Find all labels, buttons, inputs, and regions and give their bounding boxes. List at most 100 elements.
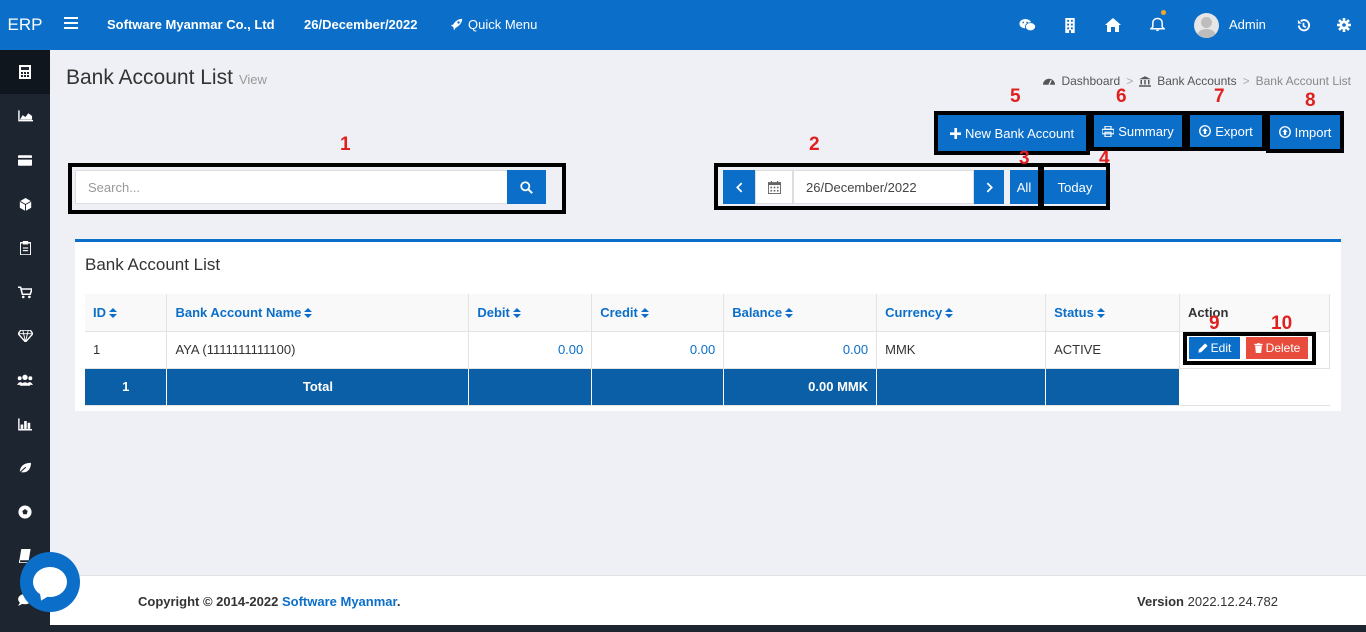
delete-button[interactable]: Delete bbox=[1246, 337, 1308, 359]
column-header-debit[interactable]: Debit bbox=[468, 294, 593, 332]
copyright-text: Copyright © 2014-2022 bbox=[138, 594, 279, 609]
annotation-5: 5 bbox=[1010, 86, 1021, 107]
total-status bbox=[1045, 368, 1180, 406]
new-bank-account-button[interactable]: New Bank Account bbox=[938, 115, 1086, 151]
bell-icon[interactable] bbox=[1148, 10, 1166, 34]
brand-logo[interactable]: ERP bbox=[0, 0, 50, 50]
calculator-icon bbox=[19, 65, 31, 79]
chat-widget-button[interactable] bbox=[20, 552, 80, 612]
edit-button[interactable]: Edit bbox=[1189, 337, 1240, 359]
import-label: Import bbox=[1294, 124, 1332, 140]
cell-status: ACTIVE bbox=[1045, 331, 1180, 369]
card-title: Bank Account List bbox=[85, 255, 221, 274]
column-header-status[interactable]: Status bbox=[1045, 294, 1180, 332]
notification-dot bbox=[1161, 10, 1166, 15]
clipboard-icon bbox=[19, 241, 31, 255]
menu-toggle-icon[interactable] bbox=[64, 17, 78, 31]
sidebar-item-soccer[interactable] bbox=[0, 490, 50, 534]
cell-id: 1 bbox=[85, 331, 168, 369]
wechat-icon[interactable] bbox=[1018, 16, 1036, 34]
chevron-right-icon bbox=[986, 182, 993, 192]
cell-credit[interactable]: 0.00 bbox=[591, 331, 725, 369]
total-row: 1 Total 0.00 MMK bbox=[85, 368, 1330, 406]
breadcrumb: Dashboard > Bank Accounts > Bank Account… bbox=[1043, 74, 1351, 88]
bank-account-card: Bank Account List ID Bank Account Name D… bbox=[75, 239, 1341, 411]
quick-menu-button[interactable]: Quick Menu bbox=[450, 17, 537, 32]
summary-button[interactable]: Summary bbox=[1094, 115, 1182, 147]
page-title-text: Bank Account List bbox=[66, 66, 233, 89]
column-header-action: Action bbox=[1179, 294, 1330, 332]
column-header-currency[interactable]: Currency bbox=[876, 294, 1047, 332]
column-header-balance[interactable]: Balance bbox=[723, 294, 878, 332]
total-balance: 0.00 MMK bbox=[723, 368, 878, 406]
sidebar-item-calculator[interactable] bbox=[0, 50, 50, 94]
building-icon[interactable] bbox=[1061, 16, 1079, 34]
chat-icon bbox=[33, 567, 67, 597]
area-chart-icon bbox=[17, 110, 33, 122]
next-date-button[interactable] bbox=[974, 170, 1004, 204]
sort-icon bbox=[1096, 308, 1105, 319]
diamond-icon bbox=[17, 330, 33, 342]
today-label: Today bbox=[1057, 179, 1093, 195]
company-name[interactable]: Software Myanmar Co., Ltd bbox=[107, 17, 275, 32]
avatar[interactable] bbox=[1194, 13, 1219, 38]
company-link[interactable]: Software Myanmar bbox=[282, 594, 397, 609]
sidebar-item-credit-card[interactable] bbox=[0, 138, 50, 182]
summary-label: Summary bbox=[1118, 123, 1174, 139]
import-button[interactable]: Import bbox=[1270, 115, 1340, 149]
gear-icon[interactable] bbox=[1335, 16, 1353, 34]
delete-label: Delete bbox=[1265, 341, 1301, 355]
table-header-row: ID Bank Account Name Debit Credit Balanc… bbox=[85, 294, 1330, 332]
search-icon bbox=[520, 180, 533, 194]
cell-debit[interactable]: 0.00 bbox=[468, 331, 593, 369]
cell-currency: MMK bbox=[876, 331, 1047, 369]
plus-icon bbox=[949, 127, 961, 139]
sort-icon bbox=[109, 308, 117, 319]
sidebar-item-clipboard[interactable] bbox=[0, 226, 50, 270]
page-subtitle: View bbox=[238, 72, 267, 87]
sidebar-item-bar-chart[interactable] bbox=[0, 402, 50, 446]
version-label: Version bbox=[1137, 594, 1184, 609]
date-input[interactable]: 26/December/2022 bbox=[793, 170, 974, 204]
leaf-icon bbox=[18, 462, 31, 474]
search-button[interactable] bbox=[507, 170, 546, 204]
annotation-1: 1 bbox=[340, 134, 351, 155]
new-bank-account-label: New Bank Account bbox=[964, 125, 1075, 141]
sidebar-item-leaf[interactable] bbox=[0, 446, 50, 490]
annotation-2: 2 bbox=[809, 134, 820, 155]
current-date: 26/December/2022 bbox=[304, 17, 418, 32]
column-header-id[interactable]: ID bbox=[85, 294, 168, 332]
history-icon[interactable] bbox=[1294, 16, 1312, 34]
calendar-addon[interactable] bbox=[755, 170, 793, 204]
user-name[interactable]: Admin bbox=[1229, 17, 1266, 32]
sort-icon bbox=[785, 308, 794, 319]
dashboard-icon bbox=[1043, 78, 1056, 86]
breadcrumb-separator: > bbox=[1242, 74, 1250, 88]
bottom-strip bbox=[50, 625, 1366, 632]
search-input[interactable] bbox=[76, 171, 507, 203]
sidebar-item-users[interactable] bbox=[0, 358, 50, 402]
breadcrumb-item-dashboard[interactable]: Dashboard bbox=[1061, 74, 1120, 88]
trash-icon bbox=[1253, 343, 1263, 353]
bank-icon bbox=[1139, 75, 1152, 87]
sidebar-item-diamond[interactable] bbox=[0, 314, 50, 358]
today-button[interactable]: Today bbox=[1044, 170, 1106, 204]
calendar-icon bbox=[767, 180, 781, 194]
sidebar-item-area-chart[interactable] bbox=[0, 94, 50, 138]
import-icon bbox=[1278, 126, 1291, 138]
column-header-name[interactable]: Bank Account Name bbox=[166, 294, 470, 332]
bar-chart-icon bbox=[18, 417, 32, 430]
prev-date-button[interactable] bbox=[723, 170, 755, 204]
sidebar-item-cart[interactable] bbox=[0, 270, 50, 314]
cell-balance[interactable]: 0.00 bbox=[723, 331, 878, 369]
breadcrumb-item-bank-accounts[interactable]: Bank Accounts bbox=[1157, 74, 1236, 88]
sidebar-item-cube[interactable] bbox=[0, 182, 50, 226]
all-button[interactable]: All bbox=[1010, 170, 1038, 204]
all-label: All bbox=[1016, 179, 1032, 195]
export-button[interactable]: Export bbox=[1190, 115, 1262, 147]
total-debit bbox=[468, 368, 593, 406]
export-label: Export bbox=[1215, 123, 1253, 139]
sort-icon bbox=[512, 308, 521, 319]
column-header-credit[interactable]: Credit bbox=[591, 294, 725, 332]
home-icon[interactable] bbox=[1104, 16, 1122, 34]
